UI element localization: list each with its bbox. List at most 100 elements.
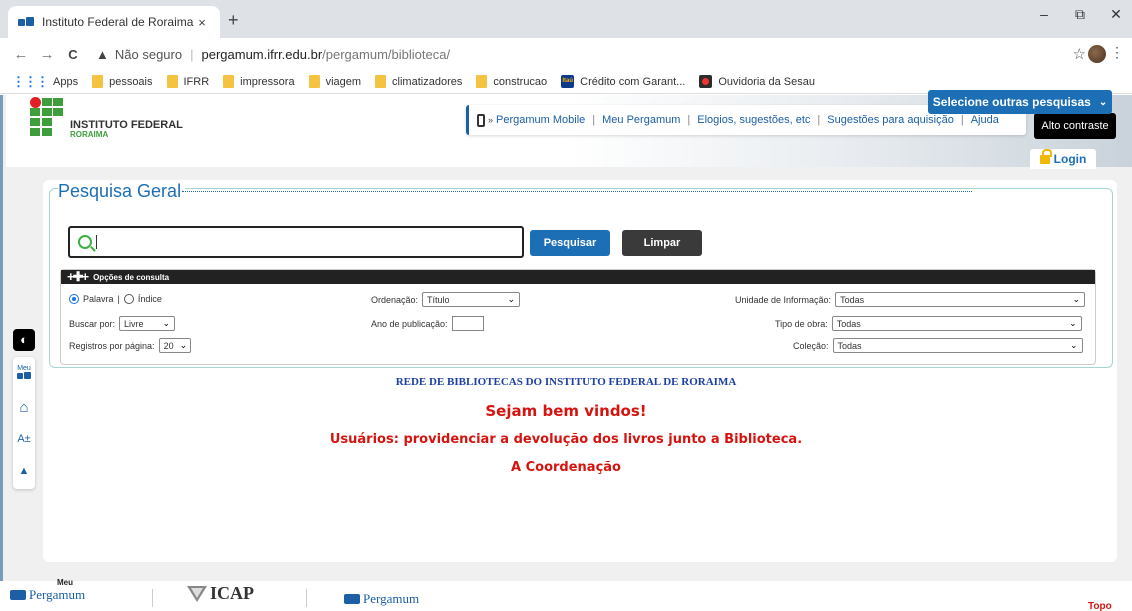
tab-title: Instituto Federal de Roraima [42, 15, 194, 29]
limpar-button[interactable]: Limpar [622, 230, 702, 256]
warning-icon[interactable]: ▲ [96, 47, 109, 62]
folder-icon [375, 75, 387, 88]
nav-sugestoes[interactable]: Sugestões para aquisição [827, 114, 954, 126]
folder-icon [223, 75, 235, 88]
nav-pergamum-mobile[interactable]: Pergamum Mobile [496, 114, 585, 126]
contrast-toggle-icon[interactable]: ◐ [13, 329, 35, 351]
ano-publicacao-input[interactable] [451, 316, 484, 331]
url-host: pergamum.ifrr.edu.br [201, 46, 323, 62]
reload-button[interactable]: C [60, 47, 86, 62]
registros-select[interactable]: 20 ⌄ [158, 338, 191, 353]
chevron-down-icon: ⌄ [1098, 96, 1108, 108]
legend-divider [182, 191, 972, 192]
colecao-select[interactable]: Todas ⌄ [832, 338, 1083, 353]
chevron-down-icon: ⌄ [507, 294, 516, 304]
buscar-por-field: Buscar por: Livre ⌄ [69, 316, 176, 331]
unlock-icon [1039, 148, 1052, 164]
browser-tab-strip: Instituto Federal de Roraima × + – ⧉ ✕ [0, 0, 1132, 38]
bookmark-ouvidoria[interactable]: Ouvidoria da Sesau [699, 75, 815, 88]
pesquisar-button[interactable]: Pesquisar [530, 230, 610, 256]
bookmark-star-icon[interactable]: ☆ [1073, 45, 1086, 63]
search-icon [78, 235, 92, 249]
coordenacao-signature: A Coordenação [511, 460, 621, 475]
chevron-down-icon: ⌄ [1069, 318, 1077, 328]
folder-icon [308, 75, 320, 88]
bookmark-pessoais[interactable]: pessoais [92, 75, 153, 88]
bookmark-climatizadores[interactable]: climatizadores [375, 75, 462, 88]
url-path: /pergamum/biblioteca/ [322, 46, 451, 62]
search-type-radios: Palavra | Índice [69, 294, 162, 304]
chevron-down-icon: ⌄ [1069, 340, 1078, 350]
icap-shield-icon [187, 585, 207, 602]
nav-ajuda[interactable]: Ajuda [971, 114, 999, 126]
topo-link[interactable]: Topo [1088, 601, 1112, 611]
ordenacao-field: Ordenação: Título ⌄ [371, 292, 521, 307]
return-books-notice: Usuários: providenciar a devolução dos l… [329, 432, 803, 447]
text-caret [96, 235, 97, 249]
chevron-down-icon: ⌄ [162, 318, 171, 328]
radio-palavra[interactable] [69, 294, 79, 304]
itau-icon: Itaú [561, 75, 575, 88]
security-label[interactable]: Não seguro [115, 47, 182, 62]
expand-plus-icon: +✚+ [67, 269, 89, 284]
bookmark-ifrr[interactable]: IFRR [166, 75, 209, 88]
colecao-field: Coleção: Todas ⌄ [793, 338, 1083, 353]
unidade-field: Unidade de Informação: Todas ⌄ [735, 292, 1086, 307]
tab-close-icon[interactable]: × [194, 15, 210, 30]
tipo-obra-select[interactable]: Todas ⌄ [831, 316, 1082, 331]
search-options-panel: +✚+ Opções de consulta Palavra | Índice … [60, 269, 1096, 365]
restore-button[interactable]: ⧉ [1060, 6, 1100, 23]
logo-subtitle: RORAIMA [70, 130, 109, 139]
options-header[interactable]: +✚+ Opções de consulta [61, 269, 1095, 284]
welcome-message: Sejam bem vindos! [485, 402, 647, 420]
address-bar[interactable]: ▲ Não seguro | pergamum.ifrr.edu.br/perg… [96, 41, 1076, 67]
bookmark-viagem[interactable]: viagem [308, 75, 361, 88]
site-footer: Meu Pergamum ICAP Pergamum Topo [0, 578, 1132, 611]
search-input[interactable] [68, 226, 524, 258]
pergamum-favicon-icon [18, 16, 34, 28]
pesquisa-geral-title: Pesquisa Geral [58, 181, 186, 202]
ifrr-logo[interactable]: INSTITUTO FEDERAL RORAIMA [30, 97, 183, 139]
chevron-down-icon: ⌄ [179, 340, 188, 350]
high-contrast-button[interactable]: Alto contraste [1034, 113, 1116, 139]
ano-publicacao-field: Ano de publicação: [371, 316, 484, 331]
icap-footer-logo[interactable]: ICAP [186, 583, 254, 604]
bookmark-credito[interactable]: Itaú Crédito com Garant... [561, 75, 685, 88]
menu-kebab-icon[interactable]: ⋮ [1110, 44, 1124, 61]
folder-icon [166, 75, 178, 88]
buscar-por-select[interactable]: Livre ⌄ [119, 316, 176, 331]
back-button[interactable]: ← [8, 46, 34, 63]
pergamum-logo-icon [344, 594, 360, 604]
bookmark-impressora[interactable]: impressora [223, 75, 295, 88]
login-button[interactable]: Login [1030, 148, 1096, 169]
minimize-button[interactable]: – [1024, 6, 1064, 22]
folder-icon [92, 75, 104, 88]
nav-meu-pergamum[interactable]: Meu Pergamum [602, 114, 680, 126]
browser-toolbar: ← → C ▲ Não seguro | pergamum.ifrr.edu.b… [0, 38, 1132, 70]
unidade-select[interactable]: Todas ⌄ [835, 292, 1086, 307]
profile-avatar[interactable] [1088, 45, 1106, 63]
forward-button[interactable]: → [34, 46, 60, 63]
pergamum-footer-logo[interactable]: Pergamum [344, 591, 419, 607]
ordenacao-select[interactable]: Título ⌄ [422, 292, 521, 307]
folder-icon [476, 75, 488, 88]
apps-grid-icon: ⋮⋮⋮ [12, 73, 49, 89]
bookmark-construcao[interactable]: construcao [476, 75, 547, 88]
radio-indice[interactable] [123, 294, 134, 304]
ifrr-logo-mark [30, 97, 66, 137]
login-label: Login [1053, 152, 1087, 166]
address-separator: | [190, 46, 194, 62]
other-searches-dropdown[interactable]: Selecione outras pesquisas ⌄ [928, 90, 1112, 114]
rede-bibliotecas-heading: REDE DE BIBLIOTECAS DO INSTITUTO FEDERAL… [395, 376, 737, 388]
ouvidoria-icon [699, 75, 713, 88]
nav-elogios[interactable]: Elogios, sugestões, etc [697, 114, 810, 126]
tipo-obra-field: Tipo de obra: Todas ⌄ [775, 316, 1082, 331]
pergamum-logo-icon [10, 590, 26, 600]
chevron-down-icon: ⌄ [1072, 294, 1081, 304]
new-tab-button[interactable]: + [228, 10, 239, 31]
meu-pergamum-footer-logo[interactable]: Meu Pergamum [10, 578, 85, 603]
mobile-phone-icon [477, 113, 485, 127]
bookmark-apps[interactable]: ⋮⋮⋮ Apps [12, 74, 78, 90]
close-window-button[interactable]: ✕ [1096, 6, 1132, 23]
browser-tab[interactable]: Instituto Federal de Roraima × [8, 6, 220, 38]
